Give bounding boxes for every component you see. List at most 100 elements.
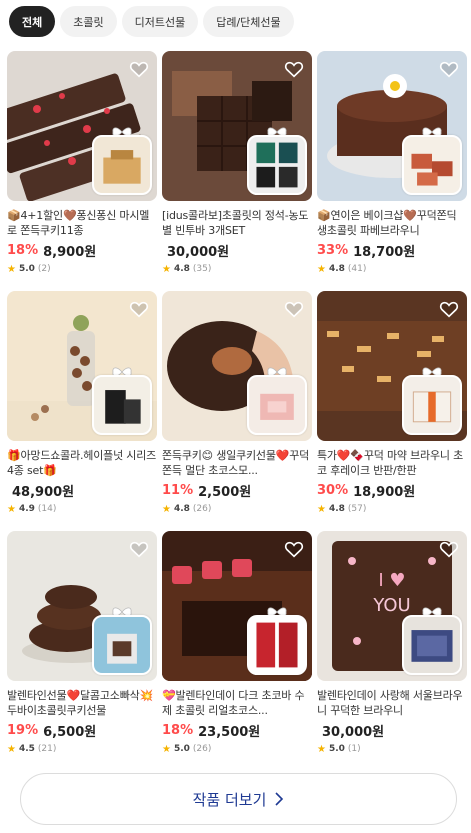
gift-package-thumbnail: [92, 615, 152, 675]
star-icon: ★: [7, 263, 16, 275]
product-rating: ★ 5.0 (2): [7, 262, 157, 276]
rating-score: 4.8: [173, 504, 190, 514]
heart-outline-icon[interactable]: [128, 538, 150, 560]
product-rating: ★ 4.9 (14): [7, 502, 157, 516]
product-price-row: 30,000원: [317, 721, 467, 740]
star-icon: ★: [162, 743, 171, 755]
heart-outline-icon[interactable]: [128, 58, 150, 80]
product-rating: ★ 4.8 (41): [317, 262, 467, 276]
product-price-row: 33% 18,700원: [317, 241, 467, 260]
product-image[interactable]: [7, 51, 157, 201]
product-image[interactable]: [7, 291, 157, 441]
product-rating: ★ 4.8 (26): [162, 502, 312, 516]
product-title[interactable]: [idus콜라보]초콜릿의 정석-농도별 빈투바 3개SET: [162, 208, 312, 238]
discount-rate: 33%: [317, 242, 349, 258]
product-image[interactable]: [317, 291, 467, 441]
review-count: (14): [37, 504, 57, 514]
heart-outline-icon[interactable]: [283, 298, 305, 320]
review-count: (26): [192, 744, 212, 754]
heart-outline-icon[interactable]: [438, 58, 460, 80]
rating-score: 5.0: [18, 264, 35, 274]
rating-score: 4.9: [18, 504, 35, 514]
discount-rate: 18%: [7, 242, 39, 258]
gift-package-thumbnail: [402, 615, 462, 675]
tab-dessert-gift[interactable]: 디저트선물: [121, 6, 199, 37]
product-price-row: 48,900원: [7, 481, 157, 500]
review-count: (35): [192, 264, 212, 274]
review-count: (21): [37, 744, 57, 754]
svg-text:YOU: YOU: [372, 595, 410, 616]
product-price-row: 18% 23,500원: [162, 721, 312, 740]
gift-package-thumbnail: [92, 375, 152, 435]
gift-package-thumbnail: [402, 135, 462, 195]
product-card[interactable]: 🎁아망드쇼콜라.헤이플넛 시리즈 4종 set🎁 48,900원 ★ 4.9 (14): [7, 291, 157, 516]
star-icon: ★: [7, 743, 16, 755]
product-rating: ★ 5.0 (26): [162, 742, 312, 756]
product-price: 30,000원: [167, 244, 230, 260]
star-icon: ★: [317, 503, 326, 515]
gift-package-thumbnail: [247, 615, 307, 675]
product-card[interactable]: 특가❤️🍫꾸덕 마약 브라우니 초코 후레이크 반판/한판 30% 18,900원 ★…: [317, 291, 467, 516]
product-title[interactable]: 📦4+1할인🤎퐁신퐁신 마시멜로 쫀득쿠키11종: [7, 208, 157, 238]
product-title[interactable]: 쫀득쿠키😊 생일쿠키선물❤️꾸덕쫀득 멀단 초코스모...: [162, 448, 312, 478]
gift-package-thumbnail: [402, 375, 462, 435]
svg-text:I ♥: I ♥: [378, 570, 405, 591]
product-image[interactable]: I ♥ YOU: [317, 531, 467, 681]
gift-package-thumbnail: [92, 135, 152, 195]
product-price: 6,500원: [43, 724, 97, 740]
product-title[interactable]: 💝발렌타인데이 다크 초코바 수제 초콜릿 리얼초코스...: [162, 688, 312, 718]
rating-score: 5.0: [328, 744, 345, 754]
discount-rate: 11%: [162, 482, 194, 498]
product-title[interactable]: 📦연이은 베이크샵🤎꾸덕쫀딕 생초콜릿 파베브라우니: [317, 208, 467, 238]
product-title[interactable]: 🎁아망드쇼콜라.헤이플넛 시리즈 4종 set🎁: [7, 448, 157, 478]
product-title[interactable]: 발렌타인선물❤️달콤고소빠삭💥 두바이초콜릿쿠키선물: [7, 688, 157, 718]
review-count: (26): [192, 504, 212, 514]
product-image[interactable]: [317, 51, 467, 201]
product-price-row: 18% 8,900원: [7, 241, 157, 260]
rating-score: 5.0: [173, 744, 190, 754]
product-card[interactable]: 📦4+1할인🤎퐁신퐁신 마시멜로 쫀득쿠키11종 18% 8,900원 ★ 5.0 (2): [7, 51, 157, 276]
more-products-button[interactable]: 작품 더보기: [20, 773, 457, 825]
star-icon: ★: [7, 503, 16, 515]
chevron-right-icon: [275, 792, 284, 806]
star-icon: ★: [162, 263, 171, 275]
review-count: (41): [347, 264, 367, 274]
discount-rate: 18%: [162, 722, 194, 738]
heart-outline-icon[interactable]: [438, 538, 460, 560]
heart-outline-icon[interactable]: [438, 298, 460, 320]
product-image[interactable]: [162, 51, 312, 201]
product-price: 48,900원: [12, 484, 75, 500]
product-price: 18,900원: [353, 484, 416, 500]
product-card[interactable]: [idus콜라보]초콜릿의 정석-농도별 빈투바 3개SET 30,000원 ★ 4.…: [162, 51, 312, 276]
product-title[interactable]: 특가❤️🍫꾸덕 마약 브라우니 초코 후레이크 반판/한판: [317, 448, 467, 478]
product-card[interactable]: I ♥ YOU 발렌타인데이 사랑해 서울브라우니 꾸덕한 브라우니 30,000원 ★…: [317, 531, 467, 756]
discount-rate: 30%: [317, 482, 349, 498]
gift-package-thumbnail: [247, 375, 307, 435]
product-price: 8,900원: [43, 244, 97, 260]
product-image[interactable]: [162, 531, 312, 681]
product-price: 2,500원: [198, 484, 252, 500]
product-image[interactable]: [162, 291, 312, 441]
heart-outline-icon[interactable]: [283, 58, 305, 80]
product-title[interactable]: 발렌타인데이 사랑해 서울브라우니 꾸덕한 브라우니: [317, 688, 467, 718]
heart-outline-icon[interactable]: [283, 538, 305, 560]
product-rating: ★ 4.5 (21): [7, 742, 157, 756]
product-price-row: 30,000원: [162, 241, 312, 260]
review-count: (2): [37, 264, 51, 274]
product-image[interactable]: [7, 531, 157, 681]
product-rating: ★ 4.8 (57): [317, 502, 467, 516]
product-card[interactable]: 💝발렌타인데이 다크 초코바 수제 초콜릿 리얼초코스... 18% 23,500원…: [162, 531, 312, 756]
product-card[interactable]: 발렌타인선물❤️달콤고소빠삭💥 두바이초콜릿쿠키선물 19% 6,500원 ★ 4.5(…: [7, 531, 157, 756]
more-products-label: 작품 더보기: [192, 790, 267, 809]
heart-outline-icon[interactable]: [128, 298, 150, 320]
product-card[interactable]: 📦연이은 베이크샵🤎꾸덕쫀딕 생초콜릿 파베브라우니 33% 18,700원 ★ 4.8…: [317, 51, 467, 276]
product-card[interactable]: 쫀득쿠키😊 생일쿠키선물❤️꾸덕쫀득 멀단 초코스모... 11% 2,500원 ★ 4…: [162, 291, 312, 516]
tab-return-gift[interactable]: 답례/단체선물: [203, 6, 294, 37]
tab-all[interactable]: 전체: [9, 6, 56, 37]
tab-chocolate[interactable]: 초콜릿: [60, 6, 117, 37]
product-price: 30,000원: [322, 724, 385, 740]
star-icon: ★: [317, 263, 326, 275]
product-price-row: 11% 2,500원: [162, 481, 312, 500]
product-rating: ★ 4.8 (35): [162, 262, 312, 276]
product-price-row: 19% 6,500원: [7, 721, 157, 740]
